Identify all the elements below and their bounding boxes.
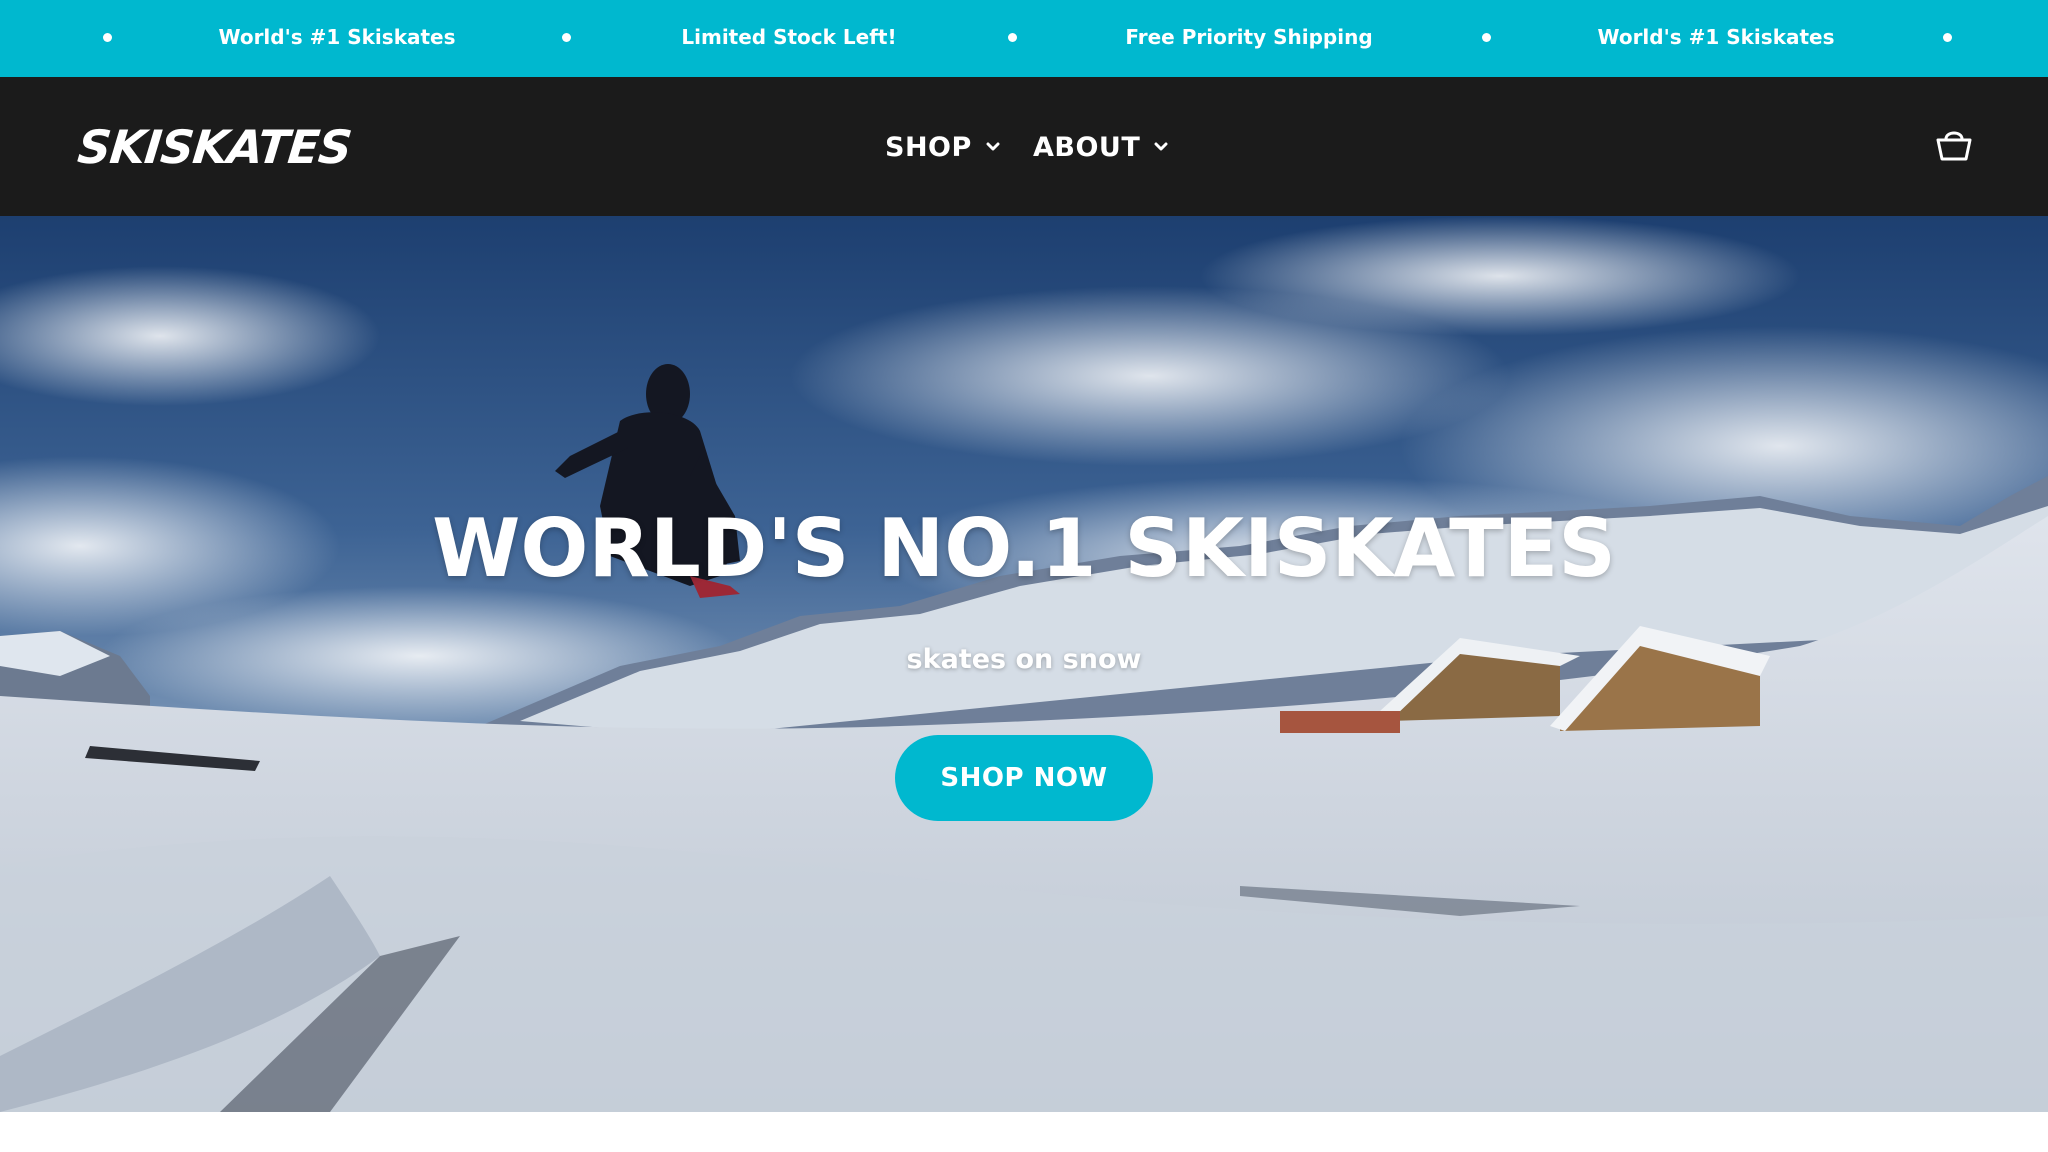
hero-title: WORLD'S NO.1 SKISKATES: [432, 502, 1616, 595]
announcement-message: Limited Stock Left!: [681, 25, 897, 49]
nav-item-shop[interactable]: SHOP: [885, 122, 1000, 172]
site-header: SKISKATES SHOP ABOUT: [0, 77, 2048, 216]
separator-dot: [562, 33, 571, 42]
shop-now-button[interactable]: SHOP NOW: [895, 735, 1153, 821]
hero-section: WORLD'S NO.1 SKISKATES skates on snow SH…: [0, 216, 2048, 1112]
separator-dot: [103, 33, 112, 42]
announcement-message: World's #1 Skiskates: [218, 25, 456, 49]
announcement-message: World's #1 Skiskates: [1597, 25, 1835, 49]
separator-dot: [1943, 33, 1952, 42]
chevron-down-icon: [1154, 142, 1168, 152]
separator-dot: [1482, 33, 1491, 42]
announcement-message: Free Priority Shipping: [1125, 25, 1373, 49]
chevron-down-icon: [986, 142, 1000, 152]
site-logo[interactable]: SKISKATES: [75, 117, 354, 177]
announcement-bar: World's #1 Skiskates Limited Stock Left!…: [0, 0, 2048, 77]
separator-dot: [1008, 33, 1017, 42]
nav-item-label: SHOP: [885, 131, 972, 163]
hero-subtitle: skates on snow: [906, 644, 1142, 675]
basket-icon[interactable]: [1934, 125, 1974, 165]
page-bottom: [0, 1112, 2048, 1152]
nav-item-about[interactable]: ABOUT: [1033, 122, 1168, 172]
nav-item-label: ABOUT: [1033, 131, 1141, 163]
